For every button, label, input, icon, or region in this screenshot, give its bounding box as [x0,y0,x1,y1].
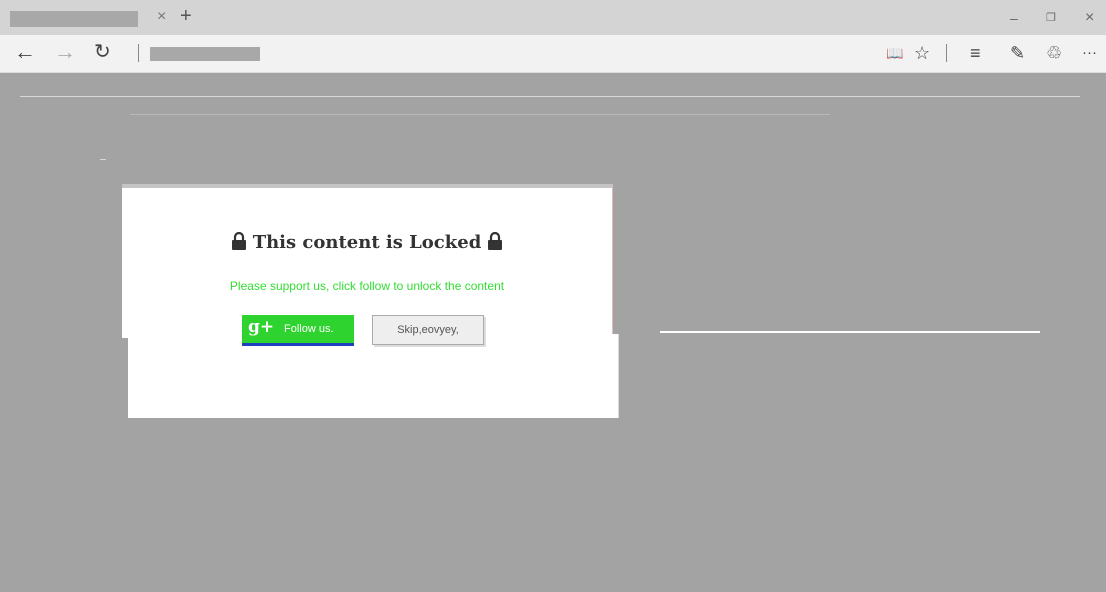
dialog-title-text: This content is Locked [252,232,482,253]
share-icon[interactable]: ♲ [1046,41,1062,65]
web-note-icon[interactable]: ✎ [1010,41,1025,65]
follow-us-label: Follow us. [284,323,334,335]
browser-tab[interactable] [10,11,138,27]
dialog-subtitle: Please support us, click follow to unloc… [229,279,505,293]
more-icon[interactable]: ··· [1082,41,1097,65]
tab-close-icon[interactable]: × [157,7,166,27]
address-bar[interactable] [150,47,260,61]
reading-view-icon[interactable]: 📖 [886,41,903,65]
forward-icon[interactable]: → [54,39,76,65]
close-window-icon[interactable]: × [1085,8,1094,28]
restore-icon[interactable]: ❐ [1046,8,1056,28]
minimize-icon[interactable]: – [1010,8,1018,28]
divider [946,44,947,62]
refresh-icon[interactable]: ↻ [94,39,111,65]
obscured-text-line [130,114,830,115]
back-icon[interactable]: ← [14,39,36,65]
hub-icon[interactable]: ≡ [970,41,981,65]
dialog-title: This content is Locked [122,232,612,253]
divider [138,44,139,62]
skip-button[interactable]: Skip,eovyey, [372,315,484,345]
locked-content-dialog-bottom [128,334,619,418]
locked-content-dialog [122,184,613,338]
lock-icon [231,232,246,250]
title-bar: × + – ❐ × [0,0,1106,35]
follow-us-button[interactable]: g+ Follow us. [242,315,354,346]
lock-icon [488,232,503,250]
obscured-text-line [100,159,106,160]
browser-toolbar: ← → ↻ 📖 ☆ ≡ ✎ ♲ ··· [0,35,1106,73]
decorative-line [660,331,1040,333]
favorite-star-icon[interactable]: ☆ [914,41,930,65]
google-plus-icon: g+ [248,317,275,337]
new-tab-icon[interactable]: + [180,5,192,27]
obscured-text-line [20,96,1080,97]
